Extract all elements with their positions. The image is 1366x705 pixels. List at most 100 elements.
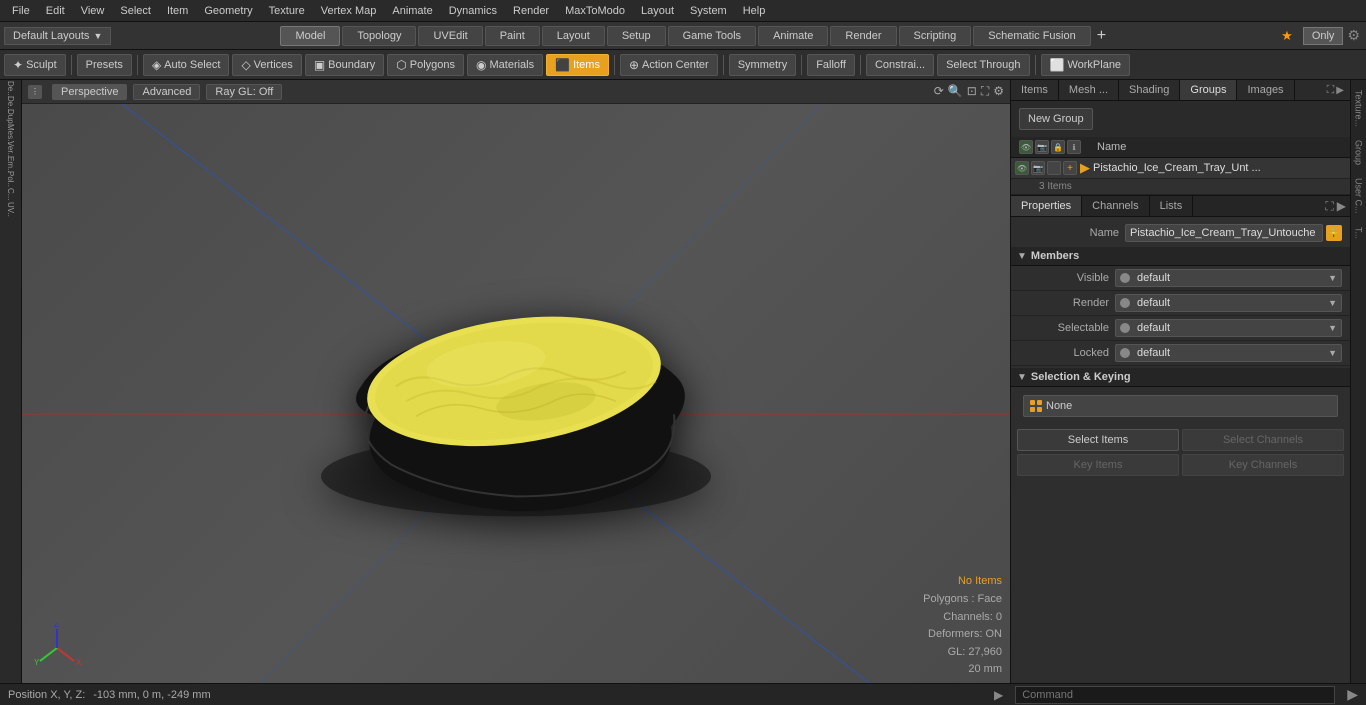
tab-animate[interactable]: Animate	[758, 26, 828, 46]
menu-dynamics[interactable]: Dynamics	[441, 3, 505, 19]
menu-item[interactable]: Item	[159, 3, 196, 19]
tab-mesh[interactable]: Mesh ...	[1059, 80, 1119, 100]
advanced-button[interactable]: Advanced	[133, 84, 200, 100]
settings-icon[interactable]: ⚙	[1347, 27, 1360, 44]
menu-system[interactable]: System	[682, 3, 735, 19]
materials-button[interactable]: ◉ Materials	[467, 54, 543, 76]
menu-texture[interactable]: Texture	[261, 3, 313, 19]
left-tool-pol[interactable]: Pol..	[1, 172, 21, 186]
arrow-props-icon[interactable]: ▶	[1337, 199, 1346, 213]
item-lock-icon[interactable]	[1047, 161, 1061, 175]
name-lock-icon[interactable]: 🔒	[1326, 225, 1342, 241]
group-item[interactable]: 👁 📷 + ▶ Pistachio_Ice_Cream_Tray_Unt ...	[1011, 158, 1350, 179]
menu-maxtomodo[interactable]: MaxToModo	[557, 3, 633, 19]
frame-icon[interactable]: ⊡	[967, 84, 977, 99]
perspective-button[interactable]: Perspective	[52, 84, 127, 100]
constraint-button[interactable]: Constrai...	[866, 54, 934, 76]
members-section-header[interactable]: ▼ Members	[1011, 247, 1350, 266]
items-button[interactable]: ⬛ Items	[546, 54, 609, 76]
add-layout-button[interactable]: +	[1093, 27, 1110, 45]
ray-gl-button[interactable]: Ray GL: Off	[206, 84, 282, 100]
item-render-icon[interactable]: 📷	[1031, 161, 1045, 175]
zoom-icon[interactable]: 🔍	[948, 84, 963, 99]
key-channels-button[interactable]: Key Channels	[1182, 454, 1344, 476]
only-button[interactable]: Only	[1303, 27, 1344, 45]
viewport[interactable]: No Items Polygons : Face Channels: 0 Def…	[22, 104, 1010, 683]
tab-setup[interactable]: Setup	[607, 26, 666, 46]
auto-select-button[interactable]: ◈ Auto Select	[143, 54, 230, 76]
left-tool-vert[interactable]: Ver..	[1, 142, 21, 156]
expand-panel-button[interactable]: ⛶ ▶	[1321, 80, 1350, 100]
tab-model[interactable]: Model	[280, 26, 340, 46]
viewport-menu-icon[interactable]: ⋮	[28, 85, 42, 99]
eye-icon[interactable]: 👁	[1019, 140, 1033, 154]
menu-render[interactable]: Render	[505, 3, 557, 19]
default-layouts-dropdown[interactable]: Default Layouts ▼	[4, 27, 111, 45]
tab-items[interactable]: Items	[1011, 80, 1059, 100]
menu-edit[interactable]: Edit	[38, 3, 73, 19]
left-tool-uv[interactable]: UV..	[1, 202, 21, 216]
tab-paint[interactable]: Paint	[485, 26, 540, 46]
presets-button[interactable]: Presets	[77, 54, 132, 76]
tab-images[interactable]: Images	[1237, 80, 1294, 100]
boundary-button[interactable]: ▣ Boundary	[305, 54, 384, 76]
vertices-button[interactable]: ◇ Vertices	[232, 54, 301, 76]
render-select[interactable]: default ▼	[1115, 294, 1342, 312]
menu-vertex-map[interactable]: Vertex Map	[313, 3, 385, 19]
left-tool-em[interactable]: Em..	[1, 157, 21, 171]
tab-game-tools[interactable]: Game Tools	[668, 26, 757, 46]
sculpt-button[interactable]: ✦ Sculpt	[4, 54, 66, 76]
command-submit-icon[interactable]: ▶	[1347, 686, 1358, 703]
edge-tab-texture[interactable]: Texture...	[1352, 84, 1366, 133]
tab-channels[interactable]: Channels	[1082, 196, 1149, 216]
info-icon[interactable]: ℹ	[1067, 140, 1081, 154]
menu-layout[interactable]: Layout	[633, 3, 682, 19]
menu-file[interactable]: File	[4, 3, 38, 19]
tab-topology[interactable]: Topology	[342, 26, 416, 46]
new-group-button[interactable]: New Group	[1019, 108, 1093, 130]
symmetry-button[interactable]: Symmetry	[729, 54, 797, 76]
selection-keying-section-header[interactable]: ▼ Selection & Keying	[1011, 368, 1350, 387]
locked-select[interactable]: default ▼	[1115, 344, 1342, 362]
select-items-button[interactable]: Select Items	[1017, 429, 1179, 451]
tab-shading[interactable]: Shading	[1119, 80, 1180, 100]
select-channels-button[interactable]: Select Channels	[1182, 429, 1344, 451]
tab-uvedit[interactable]: UVEdit	[418, 26, 482, 46]
falloff-button[interactable]: Falloff	[807, 54, 855, 76]
tab-properties[interactable]: Properties	[1011, 196, 1082, 216]
none-button[interactable]: None	[1023, 395, 1338, 417]
menu-select[interactable]: Select	[112, 3, 159, 19]
key-items-button[interactable]: Key Items	[1017, 454, 1179, 476]
left-tool-c[interactable]: C...	[1, 187, 21, 201]
edge-tab-t[interactable]: T...	[1352, 221, 1366, 245]
edge-tab-user[interactable]: User C...	[1352, 172, 1366, 220]
menu-geometry[interactable]: Geometry	[196, 3, 260, 19]
left-tool-mesh[interactable]: Mes..	[1, 127, 21, 141]
rotate-icon[interactable]: ⟳	[934, 84, 944, 99]
item-eye-icon[interactable]: 👁	[1015, 161, 1029, 175]
polygons-button[interactable]: ⬡ Polygons	[387, 54, 464, 76]
tab-lists[interactable]: Lists	[1150, 196, 1194, 216]
workplane-button[interactable]: ⬜ WorkPlane	[1041, 54, 1131, 76]
visible-select[interactable]: default ▼	[1115, 269, 1342, 287]
selectable-select[interactable]: default ▼	[1115, 319, 1342, 337]
scene-canvas[interactable]: No Items Polygons : Face Channels: 0 Def…	[22, 104, 1010, 683]
command-input[interactable]	[1015, 686, 1335, 704]
lock-icon[interactable]: 🔒	[1051, 140, 1065, 154]
select-through-button[interactable]: Select Through	[937, 54, 1029, 76]
menu-help[interactable]: Help	[735, 3, 774, 19]
maximize-icon[interactable]: ⛶	[981, 84, 989, 99]
action-center-button[interactable]: ⊕ Action Center	[620, 54, 718, 76]
render-icon[interactable]: 📷	[1035, 140, 1049, 154]
menu-animate[interactable]: Animate	[384, 3, 440, 19]
item-plus-icon[interactable]: +	[1063, 161, 1077, 175]
tab-scripting[interactable]: Scripting	[899, 26, 972, 46]
menu-view[interactable]: View	[73, 3, 113, 19]
left-tool-1[interactable]: De...	[1, 82, 21, 96]
tab-schematic[interactable]: Schematic Fusion	[973, 26, 1090, 46]
settings-icon[interactable]: ⚙	[993, 84, 1004, 99]
name-input[interactable]	[1125, 224, 1323, 242]
edge-tab-group[interactable]: Group	[1352, 134, 1366, 171]
expand-props-icon[interactable]: ⛶	[1325, 199, 1333, 214]
tab-layout[interactable]: Layout	[542, 26, 605, 46]
